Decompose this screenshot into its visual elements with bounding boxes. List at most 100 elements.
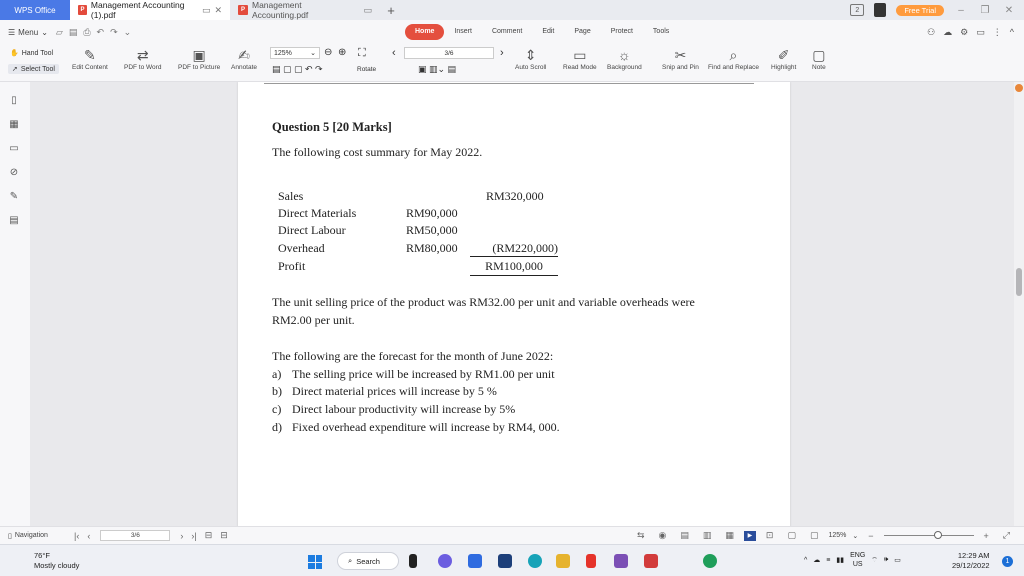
zoom-out-icon[interactable]: − xyxy=(868,531,873,541)
double-page-icon[interactable]: ▥ xyxy=(703,530,712,541)
pdf-to-word-button[interactable]: ⇄ PDF to Word xyxy=(124,46,161,71)
status-zoom-value[interactable]: 125% xyxy=(828,532,846,539)
comment-icon[interactable]: ▭ xyxy=(8,142,20,154)
chrome-icon[interactable] xyxy=(703,554,717,568)
print-icon[interactable]: ⎙ xyxy=(83,27,90,38)
open-icon[interactable]: ▱ xyxy=(56,27,63,38)
close-tab-icon[interactable]: ✕ xyxy=(214,5,222,16)
rotate-button[interactable]: Rotate xyxy=(357,66,376,73)
book-icon[interactable]: ▦ xyxy=(725,530,734,541)
page-input[interactable]: 3/6 xyxy=(404,47,494,59)
zoom-slider-knob[interactable] xyxy=(933,531,942,539)
tab-edit[interactable]: Edit xyxy=(532,24,564,40)
menu-button[interactable]: ☰ Menu ⌄ xyxy=(0,28,56,37)
task-view-icon[interactable] xyxy=(409,554,417,568)
redo-icon[interactable]: ↷ xyxy=(110,27,118,38)
fullscreen-icon[interactable]: ⤢ xyxy=(1003,530,1010,541)
forward-icon[interactable]: ⊟ xyxy=(220,530,228,541)
first-page-icon[interactable]: |‹ xyxy=(74,531,79,541)
tab-comment[interactable]: Comment xyxy=(482,24,532,40)
edge-icon[interactable] xyxy=(528,554,542,568)
window-count-icon[interactable]: 2 xyxy=(850,4,865,16)
fit-page-icon[interactable]: ▢ xyxy=(787,530,796,541)
save-icon[interactable]: ▤ xyxy=(69,27,78,38)
zoom-in-icon[interactable]: + xyxy=(984,531,989,541)
wps-office-tab[interactable]: WPS Office xyxy=(0,0,70,20)
new-tab-button[interactable]: + xyxy=(380,0,402,20)
tab-insert[interactable]: Insert xyxy=(444,24,482,40)
close-window-icon[interactable]: ✕ xyxy=(1002,5,1016,16)
hand-tool-button[interactable]: ✋ Hand Tool xyxy=(10,49,53,58)
battery-icon[interactable]: ▭ xyxy=(894,556,901,564)
media-icon[interactable]: ▮▮ xyxy=(836,556,844,564)
monitor-icon[interactable]: ▭ xyxy=(202,5,211,16)
prev-page-icon[interactable]: ‹ xyxy=(87,531,90,541)
read-mode-button[interactable]: ▭ Read Mode xyxy=(563,46,597,71)
layout-icons[interactable]: ▣ ▥⌄ ▤ xyxy=(418,64,456,75)
chat-app-icon[interactable] xyxy=(438,554,452,568)
zoom-select[interactable]: 125% ⌄ xyxy=(270,47,320,59)
language-indicator[interactable]: ENG US xyxy=(850,551,865,569)
cloud-icon[interactable]: ☁ xyxy=(943,27,952,38)
pdf-to-picture-button[interactable]: ▣ PDF to Picture xyxy=(178,46,220,71)
tab-home[interactable]: Home xyxy=(405,24,445,40)
annotate-button[interactable]: ✍ Annotate xyxy=(231,46,257,71)
taskbar-search[interactable]: ⌕ Search xyxy=(337,552,399,570)
notification-badge[interactable]: 1 xyxy=(1002,556,1013,567)
volume-icon[interactable]: 🕪 xyxy=(884,556,888,564)
translate-icon[interactable]: ⇆ xyxy=(637,530,645,541)
background-button[interactable]: ☼ Background xyxy=(607,46,642,71)
zoom-slider[interactable] xyxy=(883,531,974,539)
snip-and-pin-button[interactable]: ✂ Snip and Pin xyxy=(662,46,699,71)
scroll-thumb[interactable] xyxy=(1016,268,1022,296)
chevron-down-icon[interactable]: ⌄ xyxy=(124,27,132,38)
chevron-down-icon[interactable]: ⌄ xyxy=(852,532,858,540)
select-tool-button[interactable]: ➚ Select Tool xyxy=(8,64,59,74)
weather-widget[interactable]: 76°F Mostly cloudy xyxy=(34,551,79,571)
collapse-icon[interactable]: ^ xyxy=(1010,27,1014,38)
view-mode-icons[interactable]: ▤ ▢ ▢ ↶ ↷ xyxy=(272,64,323,75)
next-page-icon[interactable]: › xyxy=(180,531,183,541)
single-page-icon[interactable]: ▤ xyxy=(680,530,689,541)
chat-icon[interactable]: ▭ xyxy=(976,27,985,38)
doc-tab-inactive[interactable]: P Management Accounting.pdf ▭ xyxy=(230,0,380,20)
fit-page-icon[interactable]: ⛶ xyxy=(358,47,366,60)
free-trial-button[interactable]: Free Trial xyxy=(896,4,944,16)
settings-icon[interactable]: ⚙ xyxy=(960,27,968,38)
app-icon[interactable] xyxy=(614,554,628,568)
zoom-out-icon[interactable]: ⊖ xyxy=(324,47,332,58)
status-page-input[interactable]: 3/6 xyxy=(100,530,171,541)
bookmark-icon[interactable]: ▯ xyxy=(8,94,20,106)
last-page-icon[interactable]: ›| xyxy=(191,531,196,541)
tray-app-icon[interactable]: ≡ xyxy=(826,557,830,564)
undo-icon[interactable]: ↶ xyxy=(97,27,105,38)
full-page-icon[interactable]: ▢ xyxy=(810,530,819,541)
auto-scroll-button[interactable]: ⇕ Auto Scroll xyxy=(515,46,546,71)
windows-start-icon[interactable] xyxy=(308,555,322,569)
cloud-icon[interactable]: ☁ xyxy=(813,556,820,564)
signature-icon[interactable]: ✎ xyxy=(8,190,20,202)
monitor-icon[interactable]: ▭ xyxy=(363,5,372,16)
avatar[interactable] xyxy=(874,3,887,17)
highlight-button[interactable]: ✐ Highlight xyxy=(771,46,796,71)
eye-icon[interactable]: ◉ xyxy=(659,530,667,541)
doc-tab-active[interactable]: P Management Accounting (1).pdf ▭ ✕ xyxy=(70,0,230,20)
navigation-button[interactable]: ▯ Navigation xyxy=(0,532,70,540)
tab-tools[interactable]: Tools xyxy=(643,24,679,40)
find-and-replace-button[interactable]: ⌕ Find and Replace xyxy=(708,46,759,71)
fit-width-icon[interactable]: ⊡ xyxy=(766,530,774,541)
vertical-scrollbar[interactable] xyxy=(1014,82,1024,526)
scroll-indicator-icon[interactable] xyxy=(1015,84,1023,92)
file-explorer-icon[interactable] xyxy=(556,554,570,568)
restore-icon[interactable]: ❐ xyxy=(978,5,992,16)
tab-protect[interactable]: Protect xyxy=(601,24,643,40)
note-button[interactable]: ▢ Note xyxy=(812,46,826,71)
chevron-up-icon[interactable]: ^ xyxy=(804,557,807,564)
more-icon[interactable]: ⋮ xyxy=(993,27,1002,38)
zoom-in-icon[interactable]: ⊕ xyxy=(338,47,346,58)
office-app-icon[interactable] xyxy=(586,554,596,568)
minimize-icon[interactable]: – xyxy=(954,5,968,16)
attachment-icon[interactable]: ⊘ xyxy=(8,166,20,178)
prev-page-icon[interactable]: ‹ xyxy=(392,47,396,59)
thumbnail-icon[interactable]: ▦ xyxy=(8,118,20,130)
